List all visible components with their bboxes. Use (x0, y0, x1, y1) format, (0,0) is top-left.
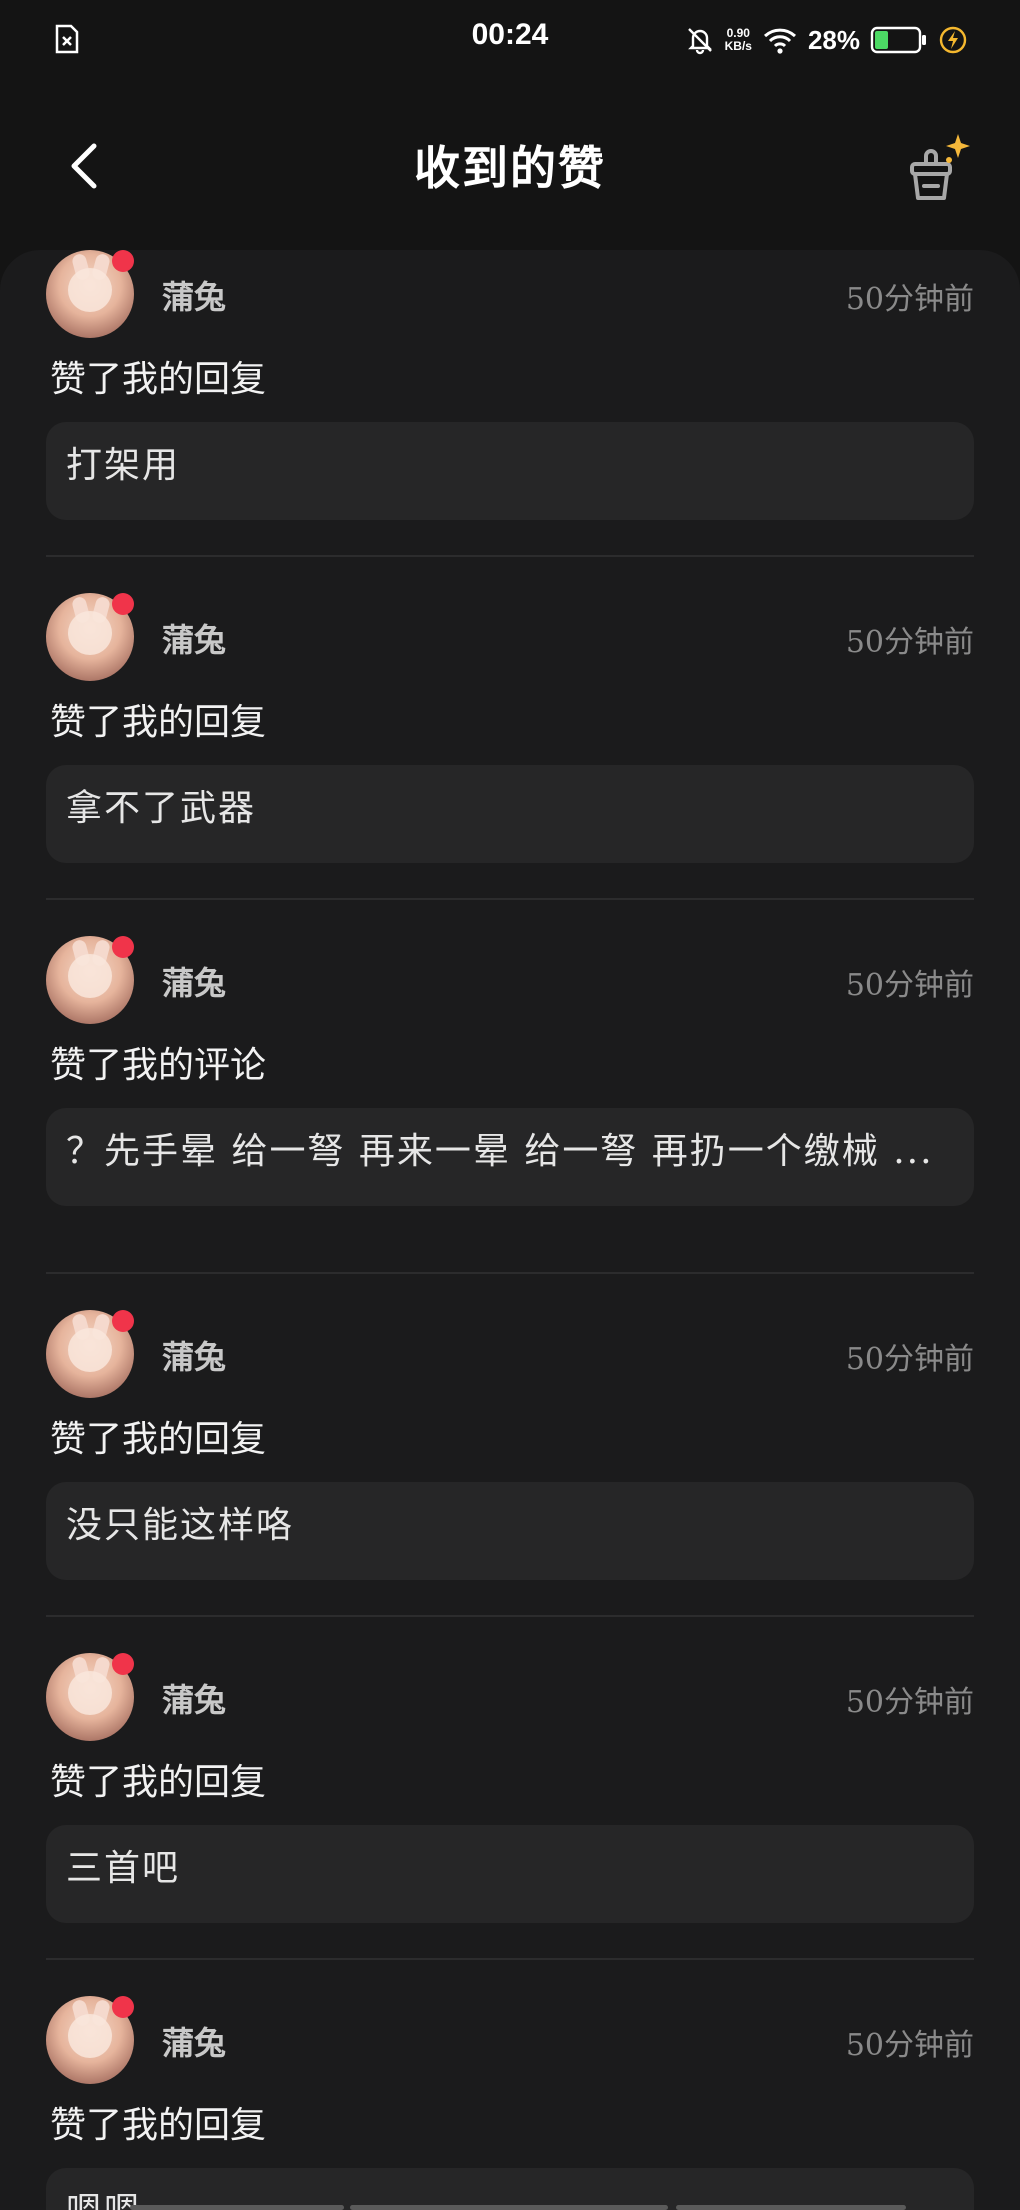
username[interactable]: 蒲兔 (162, 615, 226, 661)
unread-dot (112, 1310, 134, 1332)
quoted-content[interactable]: 拿不了武器 (46, 765, 974, 863)
unread-dot (112, 1653, 134, 1675)
quoted-content[interactable]: 没只能这样咯 (46, 1482, 974, 1580)
like-action: 赞了我的回复 (50, 702, 267, 743)
scroll-indicator (130, 2205, 344, 2210)
username[interactable]: 蒲兔 (162, 2018, 226, 2064)
quoted-content[interactable]: ？先手晕 给一弩 再来一晕 给一弩 再扔一个缴械 ... (46, 1108, 974, 1206)
unread-dot (112, 250, 134, 272)
avatar[interactable] (46, 936, 134, 1024)
avatar[interactable] (46, 1310, 134, 1398)
scroll-indicator (676, 2205, 906, 2210)
likes-list: 蒲兔 50分钟前 赞了我的回复 打架用 蒲兔 50分钟前 赞了我的回复 拿不了武… (0, 250, 1020, 2210)
bell-muted-icon (687, 28, 712, 55)
like-action: 赞了我的评论 (50, 1045, 267, 1086)
username[interactable]: 蒲兔 (162, 1332, 226, 1378)
username[interactable]: 蒲兔 (162, 958, 226, 1004)
quoted-content[interactable]: 嗯嗯 (46, 2168, 974, 2210)
divider (46, 898, 974, 900)
sparkle-icon (946, 134, 970, 158)
unread-dot (112, 593, 134, 615)
timestamp: 50分钟前 (845, 282, 974, 317)
username[interactable]: 蒲兔 (162, 1675, 226, 1721)
timestamp: 50分钟前 (845, 968, 974, 1003)
timestamp: 50分钟前 (845, 2028, 974, 2063)
timestamp: 50分钟前 (845, 1342, 974, 1377)
unread-dot (112, 1996, 134, 2018)
broom-icon (910, 149, 952, 200)
username[interactable]: 蒲兔 (162, 272, 226, 318)
divider (46, 1615, 974, 1617)
quoted-content[interactable]: 三首吧 (46, 1825, 974, 1923)
wifi-icon (763, 28, 796, 54)
timestamp: 50分钟前 (845, 1685, 974, 1720)
header: 收到的赞 (0, 110, 1020, 220)
battery-percent: 28% (807, 24, 860, 55)
charging-icon (939, 26, 967, 54)
battery-icon (870, 26, 926, 54)
divider (46, 555, 974, 557)
clear-messages-button[interactable] (900, 130, 976, 206)
quoted-content[interactable]: 打架用 (46, 422, 974, 520)
like-action: 赞了我的回复 (50, 1419, 267, 1460)
scroll-indicator (350, 2205, 668, 2210)
status-icons: 0.90 KB/s 28% (685, 18, 968, 62)
like-action: 赞了我的回复 (50, 1762, 267, 1803)
divider (46, 1958, 974, 1960)
avatar[interactable] (46, 1653, 134, 1741)
like-action: 赞了我的回复 (50, 359, 267, 400)
like-action: 赞了我的回复 (50, 2105, 267, 2146)
page-title: 收到的赞 (414, 141, 606, 195)
network-speed-unit: KB/s (724, 39, 752, 53)
status-bar: 00:24 0.90 KB/s 28% (0, 0, 1020, 76)
timestamp: 50分钟前 (845, 625, 974, 660)
unread-dot (112, 936, 134, 958)
avatar[interactable] (46, 593, 134, 681)
network-speed: 0.90 KB/s (725, 27, 752, 53)
avatar[interactable] (46, 1996, 134, 2084)
divider (46, 1272, 974, 1274)
avatar[interactable] (46, 250, 134, 338)
